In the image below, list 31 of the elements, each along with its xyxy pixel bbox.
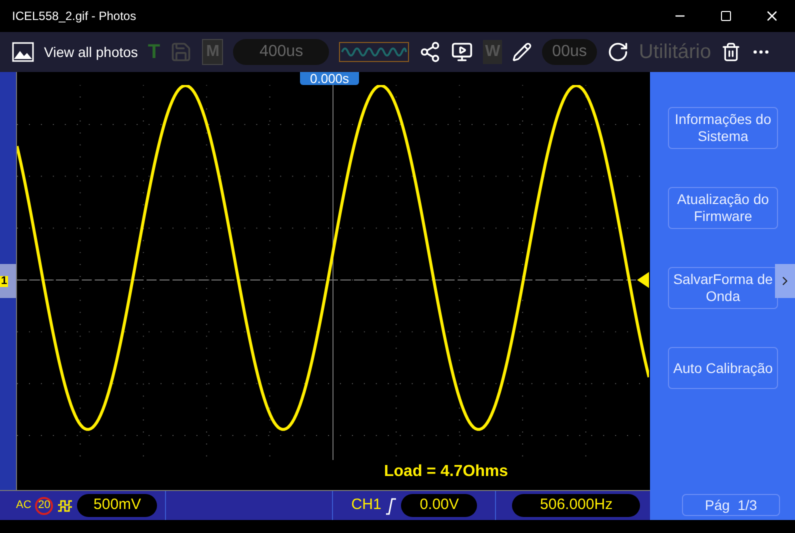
- menu-button[interactable]: Atualização do Firmware: [668, 187, 778, 229]
- slideshow-icon[interactable]: [451, 41, 474, 63]
- pulse-icon: [57, 498, 74, 512]
- frequency-display: 506.000Hz: [512, 494, 640, 517]
- page-button[interactable]: Pág 1/3: [682, 494, 780, 516]
- coupling-label: AC: [16, 500, 32, 511]
- rotate-icon[interactable]: [606, 41, 629, 63]
- maximize-icon: [720, 10, 732, 22]
- window-title: ICEL558_2.gif - Photos: [12, 8, 136, 25]
- image-icon[interactable]: [12, 42, 34, 62]
- previous-arrow-button[interactable]: 1: [0, 264, 16, 298]
- menu-button[interactable]: Auto Calibração: [668, 347, 778, 389]
- time-marker: 0.000s: [300, 72, 360, 85]
- share-icon[interactable]: [419, 41, 442, 63]
- waveform-preview-icon: [339, 42, 410, 62]
- view-all-photos-button[interactable]: View all photos: [44, 42, 138, 62]
- menu-button[interactable]: Informações do Sistema: [668, 107, 778, 149]
- load-annotation: Load = 4.7Ohms: [384, 462, 508, 482]
- trigger-level-display: 0.00V: [401, 494, 478, 517]
- channel-label: CH1: [351, 495, 382, 516]
- timebase-display: 400us: [233, 39, 330, 65]
- volts-display: 500mV: [77, 494, 158, 517]
- rising-edge-icon: [385, 496, 398, 514]
- channel-marker: 1: [0, 276, 8, 286]
- bandwidth-limit-badge: 20: [35, 496, 54, 514]
- pencil-icon[interactable]: [512, 42, 532, 62]
- trigger-label: T: [148, 40, 160, 65]
- next-arrow-button[interactable]: [775, 264, 795, 298]
- delay-display: 00us: [542, 39, 597, 65]
- delete-icon[interactable]: [721, 42, 742, 62]
- save-icon: [170, 41, 192, 63]
